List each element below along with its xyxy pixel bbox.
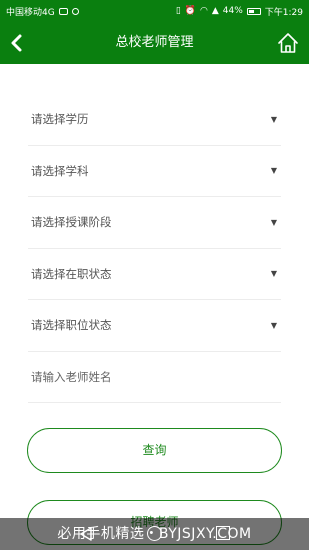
education-select[interactable]: 请选择学历 ▼ [28,94,281,146]
sync-icon [71,7,79,15]
dropdown-arrow-icon: ▼ [270,217,277,227]
signal-icon: ▲ [211,6,219,16]
status-bar: 中国移动4G ▯ ⏰ ◠ ▲ 44% 下午1:29 [0,0,309,22]
position-status-select[interactable]: 请选择职位状态 ▼ [28,300,281,352]
wifi-icon: ◠ [199,6,208,16]
carrier-text: 中国移动4G [6,7,55,18]
teacher-name-input[interactable] [31,369,277,384]
app-bar: 总校老师管理 [0,22,309,64]
battery-text: 44% [222,6,243,16]
dropdown-arrow-icon: ▼ [270,269,277,279]
clock-text: 下午1:29 [264,7,303,18]
dropdown-arrow-icon: ▼ [270,114,277,124]
home-icon [278,33,298,53]
system-nav-bar: 必用手机精选・BYJSJXY.COM [0,518,309,550]
teaching-stage-select-label: 请选择授课阶段 [31,215,112,230]
employment-status-select-label: 请选择在职状态 [31,266,112,281]
subject-select[interactable]: 请选择学科 ▼ [28,146,281,197]
page-title: 总校老师管理 [115,35,194,50]
filter-form: 请选择学历 ▼ 请选择学科 ▼ 请选择授课阶段 ▼ 请选择在职状态 ▼ 请选择职… [28,94,281,403]
vibrate-icon: ▯ [175,6,181,16]
dropdown-arrow-icon: ▼ [270,320,277,330]
subject-select-label: 请选择学科 [31,163,89,178]
notification-icon [58,7,68,15]
employment-status-select[interactable]: 请选择在职状态 ▼ [28,249,281,300]
query-button[interactable]: 查询 [27,428,282,473]
teaching-stage-select[interactable]: 请选择授课阶段 ▼ [28,197,281,249]
position-status-select-label: 请选择职位状态 [31,318,112,333]
watermark-text: 必用手机精选・BYJSJXY.COM [57,526,252,542]
alarm-icon: ⏰ [184,6,196,16]
battery-icon [246,7,261,15]
home-button[interactable] [277,31,299,55]
teacher-name-row [28,352,281,403]
education-select-label: 请选择学历 [31,112,89,127]
dropdown-arrow-icon: ▼ [270,166,277,176]
